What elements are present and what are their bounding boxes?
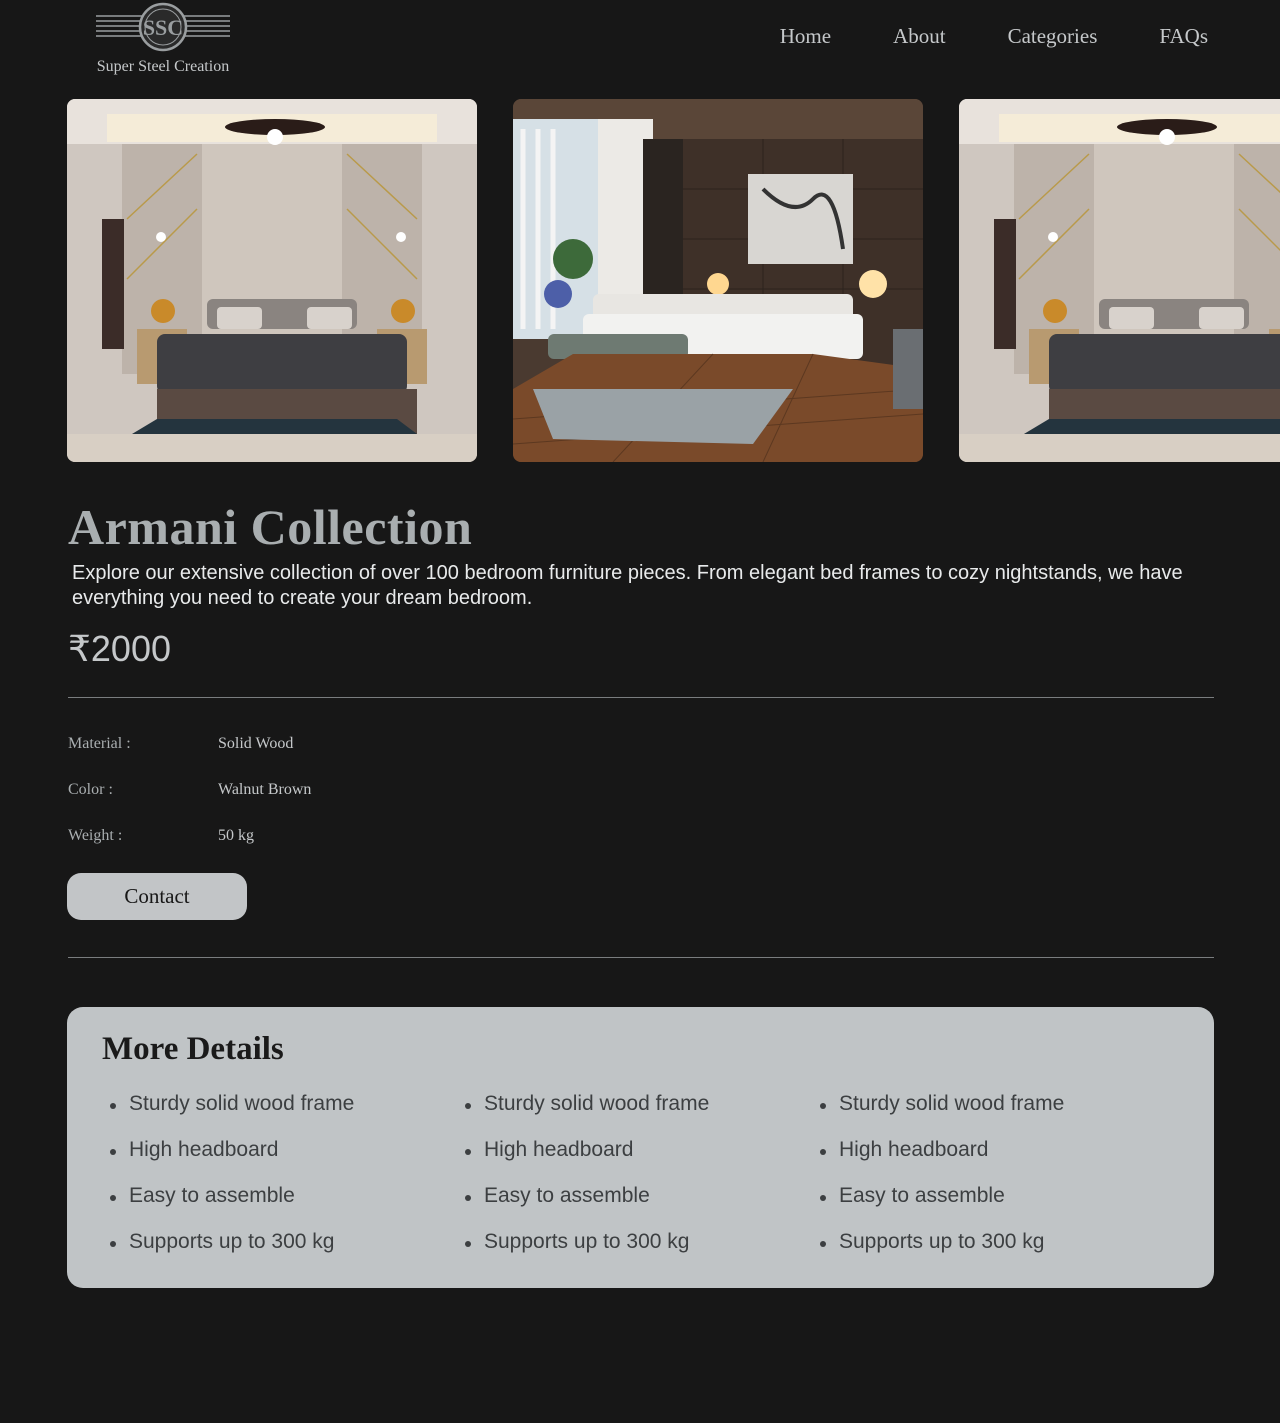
site-header: SSC Super Steel Creation Home About Cate… [0,0,1280,90]
contact-button[interactable]: Contact [67,873,247,920]
list-item: Supports up to 300 kg [83,1227,423,1273]
spec-row-material: Material : Solid Wood [68,735,468,781]
spec-value: Walnut Brown [218,781,312,798]
brand-logo[interactable]: SSC Super Steel Creation [88,2,238,80]
product-price: ₹2000 [68,628,171,669]
list-item: Sturdy solid wood frame [793,1089,1133,1135]
list-item: High headboard [83,1135,423,1181]
list-item: High headboard [438,1135,778,1181]
nav-faqs[interactable]: FAQs [1159,24,1208,49]
spec-label: Material : [68,735,131,752]
bedroom-image-3[interactable] [959,99,1280,462]
brand-name: Super Steel Creation [96,58,230,75]
spec-row-color: Color : Walnut Brown [68,781,468,827]
spec-row-weight: Weight : 50 kg [68,827,468,873]
nav-about[interactable]: About [893,24,946,49]
product-description: Explore our extensive collection of over… [72,562,1183,609]
spec-value: Solid Wood [218,735,294,752]
details-list: Sturdy solid wood frame High headboard E… [438,1089,778,1273]
list-item: Sturdy solid wood frame [438,1089,778,1135]
spec-label: Weight : [68,827,123,844]
spec-value: 50 kg [218,827,254,844]
bedroom-image-1[interactable] [67,99,477,462]
details-list: Sturdy solid wood frame High headboard E… [83,1089,423,1273]
list-item: Easy to assemble [83,1181,423,1227]
divider [68,957,1214,958]
product-gallery[interactable] [67,99,1280,462]
list-item: Easy to assemble [793,1181,1133,1227]
more-details-title: More Details [102,1031,284,1067]
logo-icon: SSC [88,2,238,56]
list-item: High headboard [793,1135,1133,1181]
divider [68,697,1214,698]
spec-label: Color : [68,781,113,798]
nav-home[interactable]: Home [780,24,831,49]
more-details-card: More Details Sturdy solid wood frame Hig… [67,1007,1214,1288]
list-item: Easy to assemble [438,1181,778,1227]
product-title: Armani Collection [68,499,473,555]
logo-letters: SSC [143,15,183,40]
bedroom-image-2[interactable] [513,99,923,462]
main-nav: Home About Categories FAQs [780,24,1208,49]
list-item: Supports up to 300 kg [438,1227,778,1273]
list-item: Supports up to 300 kg [793,1227,1133,1273]
product-specs: Material : Solid Wood Color : Walnut Bro… [68,735,468,873]
list-item: Sturdy solid wood frame [83,1089,423,1135]
nav-categories[interactable]: Categories [1008,24,1098,49]
details-list: Sturdy solid wood frame High headboard E… [793,1089,1133,1273]
